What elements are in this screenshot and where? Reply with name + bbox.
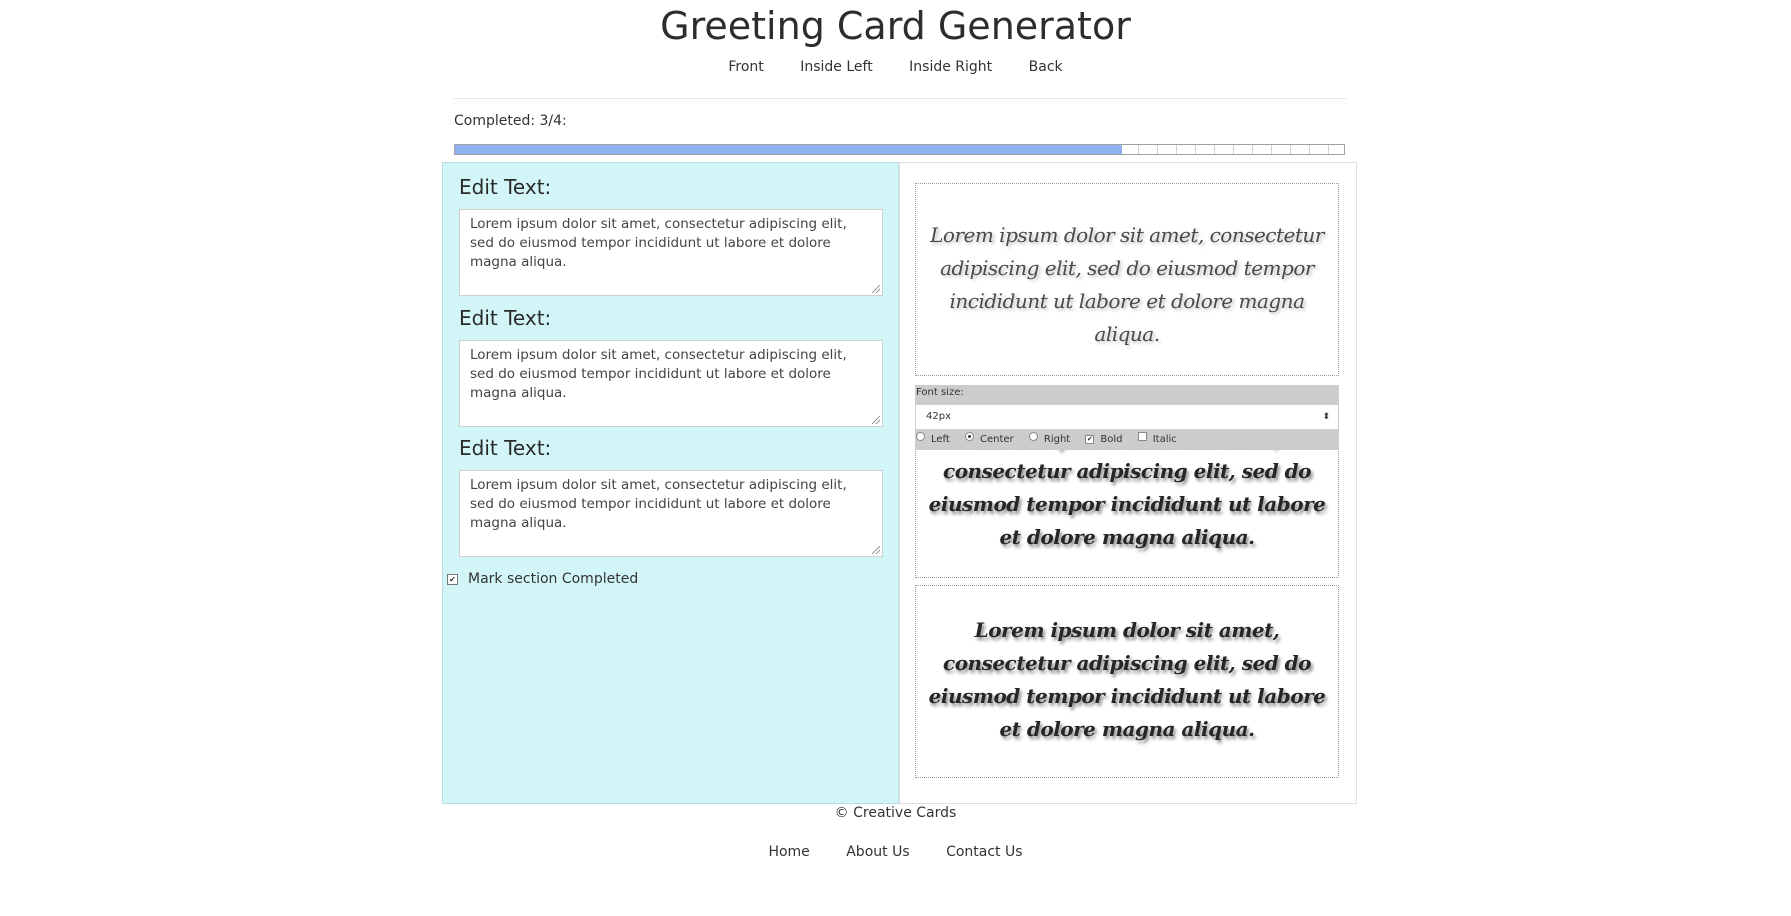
progress-bar-fill — [455, 145, 1122, 154]
footer-link-home[interactable]: Home — [768, 844, 809, 860]
card-preview-text: Lorem ipsum dolor sit amet, consectetur … — [930, 223, 1324, 346]
card-preview-block-1[interactable]: Lorem ipsum dolor sit amet, consectetur … — [915, 183, 1339, 376]
text-format-toolbar: Font size: 42px ⬍ Left Center Right ✔ Bol… — [915, 385, 1339, 450]
card-preview-text: Lorem ipsum dolor sit amet, consectetur … — [928, 618, 1326, 741]
align-left-option[interactable]: Left — [916, 432, 950, 445]
section-nav: Front Inside Left Inside Right Back — [0, 59, 1791, 75]
edit-text-value: Lorem ipsum dolor sit amet, consectetur … — [470, 347, 847, 401]
card-preview-block-3[interactable]: Lorem ipsum dolor sit amet, consectetur … — [915, 585, 1339, 778]
footer-link-contact-us[interactable]: Contact Us — [946, 844, 1022, 860]
section-link-inside-right[interactable]: Inside Right — [909, 59, 992, 75]
edit-panel: Edit Text: Lorem ipsum dolor sit amet, c… — [442, 162, 899, 804]
section-link-front[interactable]: Front — [728, 59, 763, 75]
edit-text-label: Edit Text: — [459, 306, 552, 330]
align-right-label: Right — [1043, 434, 1071, 445]
format-options: Left Center Right ✔ Bold Italic — [916, 432, 1189, 445]
align-center-option[interactable]: Center — [965, 432, 1014, 445]
bold-option[interactable]: ✔ Bold — [1085, 434, 1123, 445]
footer-copyright: © Creative Cards — [834, 805, 957, 821]
edit-text-label: Edit Text: — [459, 436, 552, 460]
page-title: Greeting Card Generator — [660, 4, 1131, 48]
section-link-back[interactable]: Back — [1029, 59, 1063, 75]
edit-text-area-1[interactable]: Lorem ipsum dolor sit amet, consectetur … — [459, 209, 883, 296]
mark-completed-checkbox[interactable]: ✔ — [447, 574, 458, 585]
italic-label: Italic — [1152, 434, 1177, 445]
mark-completed-label: Mark section Completed — [468, 571, 639, 587]
bold-label: Bold — [1100, 434, 1123, 445]
footer-nav: Home About Us Contact Us — [0, 844, 1791, 860]
resize-grip-icon[interactable] — [872, 285, 880, 293]
edit-text-value: Lorem ipsum dolor sit amet, consectetur … — [470, 477, 847, 531]
mark-completed[interactable]: ✔ Mark section Completed — [447, 571, 638, 587]
edit-text-value: Lorem ipsum dolor sit amet, consectetur … — [470, 216, 847, 270]
align-right-option[interactable]: Right — [1028, 432, 1071, 445]
italic-option[interactable]: Italic — [1137, 432, 1177, 445]
select-arrows-icon: ⬍ — [1322, 412, 1330, 422]
align-center-radio[interactable] — [965, 432, 975, 441]
edit-text-label: Edit Text: — [459, 175, 552, 199]
section-link-inside-left[interactable]: Inside Left — [800, 59, 872, 75]
align-right-radio[interactable] — [1028, 432, 1038, 441]
align-left-radio[interactable] — [916, 432, 925, 441]
completed-status: Completed: 3/4: — [454, 113, 567, 129]
header-divider — [454, 98, 1346, 99]
font-size-label: Font size: — [916, 387, 964, 398]
edit-text-area-3[interactable]: Lorem ipsum dolor sit amet, consectetur … — [459, 470, 883, 557]
font-size-select[interactable]: 42px ⬍ — [915, 404, 1339, 430]
resize-grip-icon[interactable] — [872, 546, 880, 554]
align-center-label: Center — [980, 434, 1014, 445]
align-left-label: Left — [931, 434, 950, 445]
preview-panel: Lorem ipsum dolor sit amet, consectetur … — [899, 162, 1357, 804]
font-size-value: 42px — [926, 411, 951, 422]
italic-checkbox[interactable] — [1137, 432, 1147, 441]
footer-link-about-us[interactable]: About Us — [846, 844, 909, 860]
edit-text-area-2[interactable]: Lorem ipsum dolor sit amet, consectetur … — [459, 340, 883, 427]
progress-bar — [454, 144, 1345, 155]
bold-checkbox[interactable]: ✔ — [1085, 435, 1095, 444]
resize-grip-icon[interactable] — [872, 416, 880, 424]
